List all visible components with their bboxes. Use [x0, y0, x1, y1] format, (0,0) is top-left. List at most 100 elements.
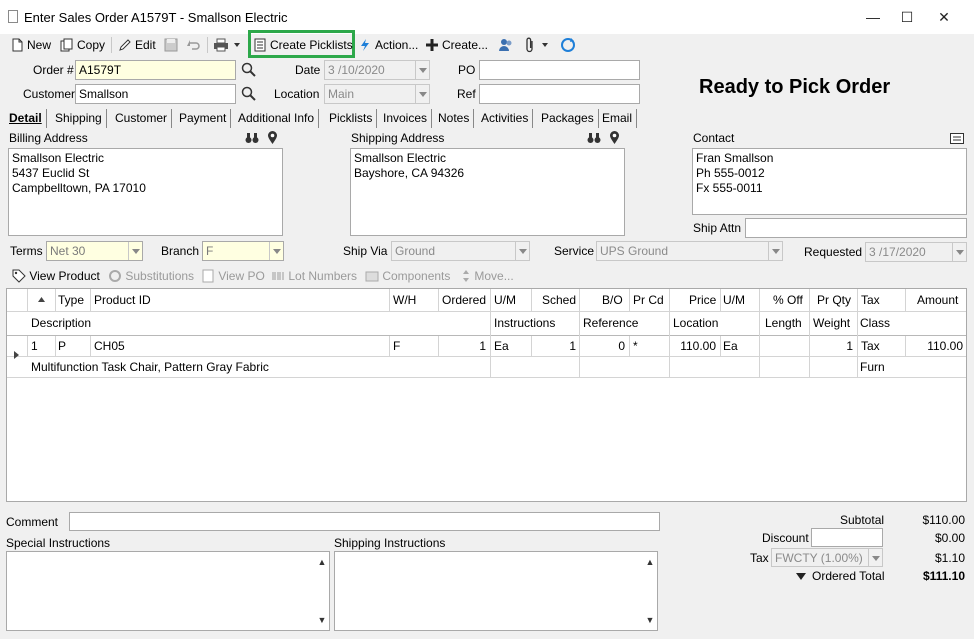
substitutions-button[interactable]: Substitutions: [108, 268, 194, 284]
col-header-location[interactable]: Location: [673, 316, 718, 330]
order-search-icon[interactable]: [241, 62, 257, 78]
col-header-pr-qty[interactable]: Pr Qty: [817, 293, 851, 307]
col-header-instructions[interactable]: Instructions: [494, 316, 555, 330]
tab-customer[interactable]: Customer: [111, 109, 173, 128]
service-dropdown[interactable]: [768, 242, 782, 260]
tab-picklists[interactable]: Picklists: [325, 109, 378, 128]
copy-button[interactable]: Copy: [60, 36, 105, 54]
tab-invoices[interactable]: Invoices: [379, 109, 433, 128]
contact-card-icon[interactable]: [950, 133, 964, 144]
contact-box[interactable]: Fran Smallson Ph 555-0012 Fx 555-0011: [692, 148, 967, 215]
shipping-map-pin-icon[interactable]: [609, 131, 620, 145]
col-header-pct-off[interactable]: % Off: [773, 293, 803, 307]
save-icon[interactable]: [164, 38, 178, 52]
col-header-weight[interactable]: Weight: [813, 316, 850, 330]
col-header-description[interactable]: Description: [31, 316, 91, 330]
tab-payment[interactable]: Payment: [175, 109, 232, 128]
edit-button[interactable]: Edit: [118, 36, 156, 54]
refresh-icon[interactable]: [560, 37, 576, 53]
date-dropdown-icon[interactable]: [415, 61, 429, 79]
branch-dropdown[interactable]: [269, 242, 283, 260]
location-dropdown-icon[interactable]: [415, 85, 429, 103]
view-product-button[interactable]: View Product: [12, 268, 100, 284]
location-field[interactable]: Main: [324, 84, 430, 104]
ship-attn-field[interactable]: [745, 218, 967, 238]
customer-field[interactable]: Smallson: [75, 84, 236, 104]
discount-field[interactable]: [811, 528, 883, 547]
col-header-sched[interactable]: Sched: [542, 293, 576, 307]
col-header-tax[interactable]: Tax: [861, 293, 880, 307]
col-header-length[interactable]: Length: [765, 316, 802, 330]
shipping-address-box[interactable]: Smallson Electric Bayshore, CA 94326: [350, 148, 625, 236]
print-icon[interactable]: [213, 38, 229, 52]
order-number-field[interactable]: A1579T: [75, 60, 236, 80]
ref-field[interactable]: [479, 84, 640, 104]
tax-code-field[interactable]: FWCTY (1.00%): [771, 548, 883, 567]
requested-date-field[interactable]: 3 /17/2020: [865, 242, 967, 262]
shipping-scroll-down-icon[interactable]: ▼: [645, 615, 655, 625]
cell-product-id[interactable]: CH05: [94, 339, 125, 353]
sort-up-icon[interactable]: [37, 296, 46, 303]
date-field[interactable]: 3 /10/2020: [324, 60, 430, 80]
ordered-total-dropdown-icon[interactable]: [796, 573, 806, 580]
branch-field[interactable]: F: [202, 241, 284, 261]
cell-ordered[interactable]: 1: [442, 339, 486, 353]
cell-pr-cd[interactable]: *: [633, 339, 638, 353]
special-scroll-down-icon[interactable]: ▼: [317, 615, 327, 625]
po-field[interactable]: [479, 60, 640, 80]
col-header-ordered[interactable]: Ordered: [442, 293, 486, 307]
special-scroll-up-icon[interactable]: ▲: [317, 557, 327, 567]
col-header-reference[interactable]: Reference: [583, 316, 638, 330]
move-button[interactable]: Move...: [461, 268, 514, 284]
special-instructions-textarea[interactable]: ▲ ▼: [6, 551, 330, 631]
tab-shipping[interactable]: Shipping: [51, 109, 107, 128]
cell-um[interactable]: Ea: [494, 339, 509, 353]
cell-wh[interactable]: F: [393, 339, 400, 353]
shipping-scroll-up-icon[interactable]: ▲: [645, 557, 655, 567]
col-header-wh[interactable]: W/H: [393, 293, 416, 307]
cell-description[interactable]: Multifunction Task Chair, Pattern Gray F…: [31, 360, 269, 374]
cell-sched[interactable]: 1: [535, 339, 576, 353]
action-button[interactable]: Action...: [358, 36, 418, 54]
create-picklists-button[interactable]: Create Picklists: [253, 36, 353, 54]
shipping-binoculars-icon[interactable]: [587, 132, 601, 144]
maximize-button[interactable]: ☐: [890, 0, 924, 34]
terms-dropdown[interactable]: [128, 242, 142, 260]
customer-search-icon[interactable]: [241, 86, 257, 102]
cell-bo[interactable]: 0: [583, 339, 625, 353]
undo-icon[interactable]: [186, 38, 200, 52]
col-header-um[interactable]: U/M: [494, 293, 516, 307]
line-items-grid[interactable]: Type Product ID W/H Ordered U/M Sched B/…: [6, 288, 967, 502]
tab-additional-info[interactable]: Additional Info: [234, 109, 320, 128]
create-button[interactable]: Create...: [425, 36, 488, 54]
col-header-bo[interactable]: B/O: [602, 293, 623, 307]
print-dropdown-icon[interactable]: [233, 42, 241, 48]
tab-packages[interactable]: Packages: [537, 109, 599, 128]
shipping-instructions-textarea[interactable]: ▲ ▼: [334, 551, 658, 631]
billing-address-box[interactable]: Smallson Electric 5437 Euclid St Campbel…: [8, 148, 283, 236]
service-field[interactable]: UPS Ground: [596, 241, 783, 261]
requested-date-dropdown[interactable]: [952, 243, 966, 261]
tab-email[interactable]: Email: [598, 109, 638, 128]
col-header-product-id[interactable]: Product ID: [94, 293, 151, 307]
tab-activities[interactable]: Activities: [477, 109, 534, 128]
components-button[interactable]: Components: [365, 268, 450, 284]
tax-code-dropdown[interactable]: [868, 549, 882, 566]
cell-line[interactable]: 1: [31, 339, 38, 353]
col-header-class[interactable]: Class: [860, 316, 890, 330]
ship-via-field[interactable]: Ground: [391, 241, 530, 261]
cell-price[interactable]: 110.00: [673, 339, 716, 353]
col-header-type[interactable]: Type: [58, 293, 84, 307]
comment-field[interactable]: [69, 512, 660, 531]
contacts-icon[interactable]: [498, 37, 514, 53]
cell-tax[interactable]: Tax: [861, 339, 880, 353]
col-header-pr-cd[interactable]: Pr Cd: [633, 293, 664, 307]
lot-numbers-button[interactable]: Lot Numbers: [271, 268, 357, 284]
attachment-dropdown-icon[interactable]: [541, 42, 549, 48]
close-button[interactable]: ✕: [927, 0, 961, 34]
billing-map-pin-icon[interactable]: [267, 131, 278, 145]
minimize-button[interactable]: —: [856, 0, 890, 34]
cell-pr-qty[interactable]: 1: [813, 339, 853, 353]
new-button[interactable]: New: [10, 36, 51, 54]
col-header-um2[interactable]: U/M: [723, 293, 745, 307]
